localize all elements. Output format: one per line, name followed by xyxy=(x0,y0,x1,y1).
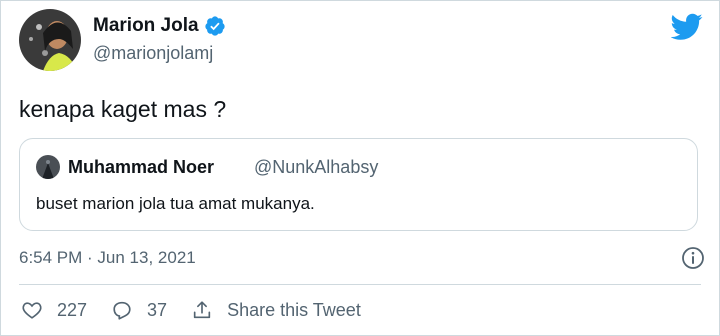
share-label: Share this Tweet xyxy=(227,299,361,320)
action-bar: 227 37 Share this Tweet xyxy=(21,299,385,321)
like-count: 227 xyxy=(57,299,88,320)
share-button[interactable]: Share this Tweet xyxy=(191,299,361,321)
verified-badge-icon xyxy=(204,16,225,36)
tweet-card: Marion Jola @marionjolamj kenapa kaget m… xyxy=(0,0,720,336)
quoted-tweet[interactable]: Muhammad Noer @NunkAlhabsy buset marion … xyxy=(19,138,698,231)
share-icon xyxy=(193,301,211,319)
reply-count: 37 xyxy=(147,299,168,320)
quoted-display-name: Muhammad Noer xyxy=(68,157,215,177)
heart-icon xyxy=(22,302,42,319)
reply-button[interactable]: 37 xyxy=(111,299,167,321)
like-button[interactable]: 227 xyxy=(21,299,87,321)
quoted-author-avatar[interactable] xyxy=(36,155,60,179)
author-handle[interactable]: @marionjolamj xyxy=(93,43,213,64)
author-name-row: Marion Jola xyxy=(93,15,226,37)
info-icon[interactable] xyxy=(681,246,705,270)
author-display-name[interactable]: Marion Jola xyxy=(93,15,199,37)
twitter-bird-icon[interactable] xyxy=(671,13,703,41)
reply-icon xyxy=(113,301,131,320)
tweet-timestamp[interactable]: 6:54 PM · Jun 13, 2021 xyxy=(19,248,196,268)
tweet-text: kenapa kaget mas ? xyxy=(19,96,227,122)
divider xyxy=(19,284,701,285)
quoted-tweet-text: buset marion jola tua amat mukanya. xyxy=(36,194,315,213)
author-avatar[interactable] xyxy=(19,9,81,71)
quoted-handle: @NunkAlhabsy xyxy=(254,157,379,177)
